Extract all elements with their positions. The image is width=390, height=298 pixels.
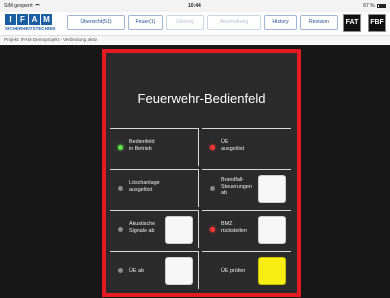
logo-letter: A — [29, 14, 40, 25]
tab-history[interactable]: History — [264, 15, 297, 30]
tab-feuer[interactable]: Feuer(1) — [128, 15, 163, 30]
logo-subtitle: SICHERHEITSTECHNIK — [5, 26, 56, 31]
fire-brigade-panel: Feuerwehr-Bedienfeld Bedienfeld in Betri… — [102, 49, 301, 297]
panel-grid: Bedienfeld in Betrieb ÜE ausgelöst Lösch… — [110, 128, 293, 292]
status-led-off — [118, 227, 123, 232]
battery-icon — [377, 3, 386, 8]
app-header: I F A M SICHERHEITSTECHNIK Übersicht(51)… — [0, 12, 390, 34]
logo-letter: F — [17, 14, 28, 25]
main-area: Feuerwehr-Bedienfeld Bedienfeld in Betri… — [0, 45, 390, 298]
status-led-off — [210, 186, 215, 191]
fat-button[interactable]: FAT — [343, 14, 361, 32]
cell-brandfall-steuerungen-ab: Brandfall- Steuerungen ab — [202, 169, 291, 207]
cell-akustische-signale-ab: Akustische Signale ab — [110, 210, 199, 248]
project-status-line: Projekt: IFAM Demoprojekt - Verbindung a… — [0, 35, 390, 44]
status-led-red — [210, 227, 215, 232]
company-logo: I F A M SICHERHEITSTECHNIK — [5, 14, 65, 33]
cell-ue-pruefen: ÜE prüfen — [202, 251, 291, 289]
status-led-off — [118, 186, 123, 191]
cell-label: ÜE ausgelöst — [221, 139, 245, 152]
logo-letter: I — [5, 14, 16, 25]
logo-letter: M — [41, 14, 52, 25]
cell-bedienfeld-in-betrieb: Bedienfeld in Betrieb — [110, 128, 199, 166]
cell-ue-ab: ÜE ab — [110, 251, 199, 289]
carrier-status: SIM gesperrt — [4, 3, 41, 9]
tab-uebersicht[interactable]: Übersicht(51) — [67, 15, 125, 30]
tab-abschaltung[interactable]: Abschaltung — [207, 15, 261, 30]
status-bar: SIM gesperrt 10:44 67 % — [0, 0, 390, 12]
fbf-button[interactable]: FBF — [368, 14, 386, 32]
battery-status: 67 % — [363, 3, 386, 9]
status-led-off — [118, 268, 123, 273]
panel-title: Feuerwehr-Bedienfeld — [137, 91, 266, 106]
ue-ab-button[interactable] — [165, 257, 193, 285]
cell-bmz-rueckstellen: BMZ rückstellen — [202, 210, 291, 248]
brandfall-steuerungen-ab-button[interactable] — [258, 175, 286, 203]
status-led-green — [118, 145, 123, 150]
wifi-icon — [35, 3, 41, 8]
tab-revision[interactable]: Revision — [300, 15, 338, 30]
tab-stoerung[interactable]: Störung — [166, 15, 204, 30]
cell-ue-ausgeloest: ÜE ausgelöst — [202, 128, 291, 166]
cell-label: Löschanlage ausgelöst — [129, 180, 160, 193]
status-led-red — [210, 145, 215, 150]
ue-pruefen-button[interactable] — [258, 257, 286, 285]
cell-loeschanlage-ausgeloest: Löschanlage ausgelöst — [110, 169, 199, 207]
bmz-rueckstellen-button[interactable] — [258, 216, 286, 244]
cell-label: Bedienfeld in Betrieb — [129, 139, 155, 152]
clock: 10:44 — [188, 3, 201, 9]
akustische-signale-ab-button[interactable] — [165, 216, 193, 244]
